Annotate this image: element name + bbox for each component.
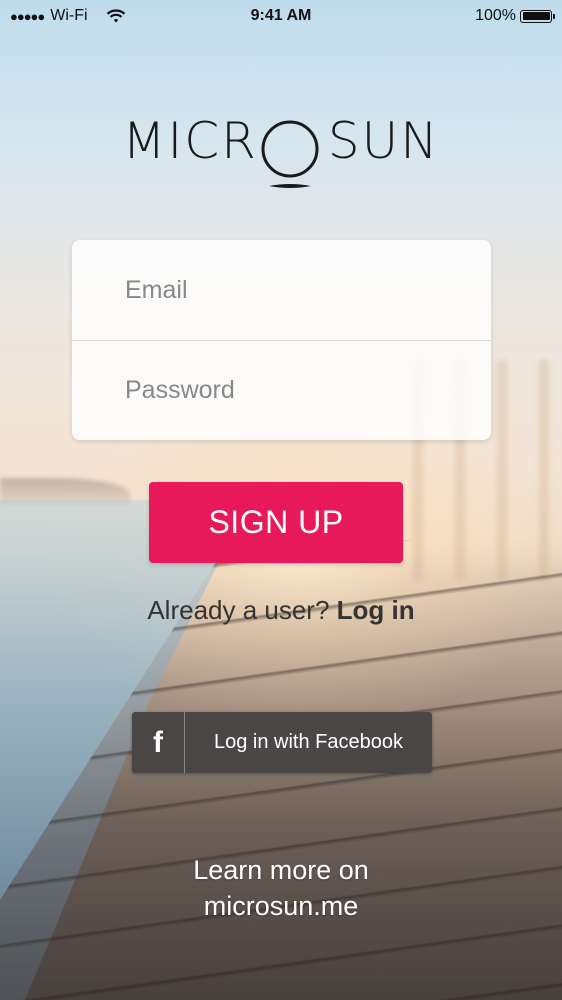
password-input[interactable] — [123, 375, 447, 406]
sun-logo-icon — [261, 120, 319, 188]
status-bar: ●●●●● Wi-Fi 9:41 AM 100% — [0, 0, 562, 32]
signup-form — [72, 240, 491, 440]
facebook-icon-box: f — [132, 712, 185, 773]
wifi-icon — [106, 8, 126, 24]
email-input[interactable] — [123, 274, 447, 306]
password-field-row — [72, 340, 491, 440]
login-link[interactable]: Log in — [337, 595, 415, 625]
battery-icon — [520, 9, 555, 23]
learn-more: Learn more on microsun.me — [0, 852, 562, 924]
status-bar-time: 9:41 AM — [250, 7, 312, 24]
sign-up-button[interactable]: SIGN UP — [149, 482, 403, 563]
login-prompt-text: Already a user? — [147, 595, 330, 625]
signal-strength-icon: ●●●●● — [10, 8, 45, 24]
background-island — [0, 478, 130, 504]
learn-more-text: Learn more on — [193, 855, 369, 885]
email-field-row — [72, 240, 491, 340]
facebook-icon: f — [153, 725, 163, 759]
status-bar-left: ●●●●● Wi-Fi — [10, 7, 126, 25]
status-bar-right: 100% — [475, 7, 555, 25]
website-link[interactable]: microsun.me — [0, 888, 562, 924]
facebook-login-label: Log in with Facebook — [213, 731, 403, 753]
battery-fill — [522, 12, 550, 20]
battery-percent: 100% — [475, 7, 516, 24]
logo-text-left: MICR — [122, 112, 258, 170]
facebook-login-button[interactable]: f Log in with Facebook — [132, 712, 432, 773]
carrier-label: Wi-Fi — [50, 7, 88, 24]
login-prompt: Already a user? Log in — [0, 595, 562, 626]
logo-text-right: SUN — [327, 112, 440, 170]
